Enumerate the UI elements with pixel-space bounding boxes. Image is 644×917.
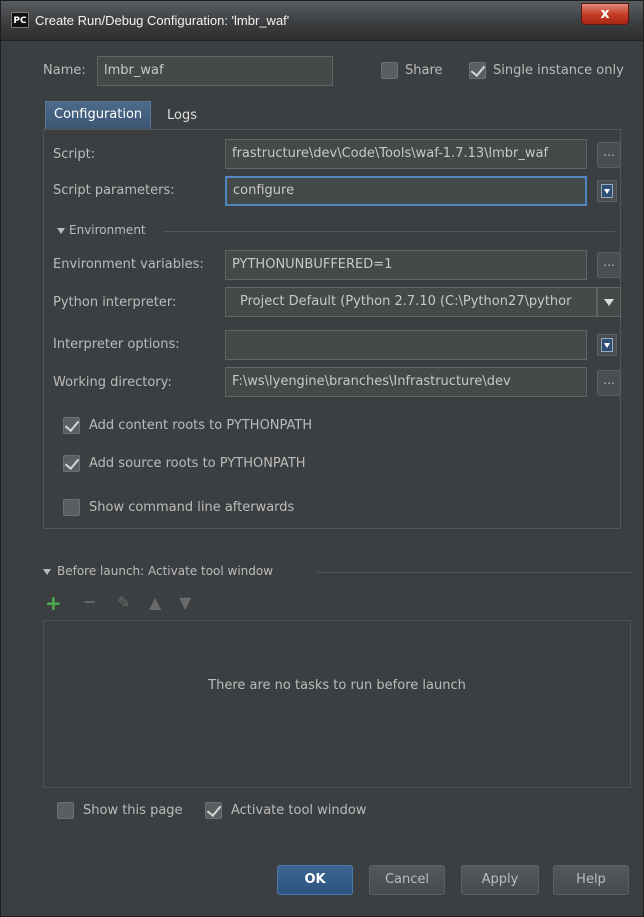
env-vars-label: Environment variables:: [53, 257, 204, 272]
show-this-page-checkbox[interactable]: [57, 802, 74, 819]
apply-button[interactable]: Apply: [461, 865, 539, 895]
expand-interp-options-button[interactable]: [597, 334, 617, 356]
script-params-label: Script parameters:: [53, 183, 175, 198]
show-this-page-label: Show this page: [83, 803, 183, 818]
script-params-input[interactable]: configure: [225, 176, 587, 206]
before-launch-title: Before launch: Activate tool window: [57, 564, 274, 578]
interpreter-select[interactable]: Project Default (Python 2.7.10 (C:\Pytho…: [225, 287, 597, 317]
expand-icon: [601, 184, 613, 198]
environment-section-title: Environment: [69, 223, 146, 237]
move-down-icon[interactable]: ▼: [179, 593, 191, 612]
collapse-triangle-icon[interactable]: [43, 569, 51, 575]
ok-button[interactable]: OK: [277, 865, 353, 895]
cancel-button[interactable]: Cancel: [369, 865, 445, 895]
pycharm-app-icon: PC: [11, 12, 29, 28]
add-content-roots-checkbox[interactable]: [63, 417, 80, 434]
tab-logs[interactable]: Logs: [159, 103, 205, 131]
chevron-down-icon: [604, 299, 614, 306]
share-checkbox[interactable]: [381, 62, 398, 79]
activate-tool-window-label: Activate tool window: [231, 803, 367, 818]
edit-env-vars-button[interactable]: ...: [597, 252, 621, 278]
interpreter-dropdown-button[interactable]: [597, 287, 621, 317]
show-cmdline-label: Show command line afterwards: [89, 500, 295, 515]
before-launch-separator: [317, 572, 631, 573]
show-cmdline-checkbox[interactable]: [63, 499, 80, 516]
add-icon[interactable]: +: [45, 591, 62, 615]
expand-icon: [601, 338, 613, 352]
help-button[interactable]: Help: [553, 865, 629, 895]
remove-icon[interactable]: −: [83, 592, 96, 611]
add-source-roots-checkbox[interactable]: [63, 455, 80, 472]
interp-options-input[interactable]: [225, 330, 587, 360]
add-source-roots-label: Add source roots to PYTHONPATH: [89, 456, 306, 471]
activate-tool-window-checkbox[interactable]: [205, 802, 222, 819]
interp-options-label: Interpreter options:: [53, 337, 180, 352]
title-bar[interactable]: PC Create Run/Debug Configuration: 'lmbr…: [1, 1, 643, 41]
collapse-triangle-icon[interactable]: [57, 228, 65, 234]
move-up-icon[interactable]: ▲: [149, 593, 161, 612]
edit-icon[interactable]: ✎: [117, 593, 130, 612]
single-instance-label: Single instance only: [493, 63, 624, 78]
env-vars-input[interactable]: PYTHONUNBUFFERED=1: [225, 250, 587, 280]
close-button[interactable]: x: [581, 3, 629, 25]
run-config-dialog: PC Create Run/Debug Configuration: 'lmbr…: [0, 0, 644, 917]
script-path-input[interactable]: frastructure\dev\Code\Tools\waf-1.7.13\l…: [225, 139, 587, 169]
single-instance-checkbox[interactable]: [469, 62, 486, 79]
script-label: Script:: [53, 147, 96, 162]
expand-params-button[interactable]: [597, 180, 617, 202]
workdir-label: Working directory:: [53, 375, 172, 390]
browse-script-button[interactable]: ...: [597, 142, 621, 168]
browse-workdir-button[interactable]: ...: [597, 370, 621, 396]
share-label: Share: [405, 63, 443, 78]
interpreter-label: Python interpreter:: [53, 295, 177, 310]
environment-separator: [163, 231, 615, 232]
add-content-roots-label: Add content roots to PYTHONPATH: [89, 418, 313, 433]
before-launch-task-list[interactable]: There are no tasks to run before launch: [43, 620, 631, 788]
tab-configuration[interactable]: Configuration: [45, 101, 152, 129]
window-title: Create Run/Debug Configuration: 'lmbr_wa…: [35, 13, 290, 28]
name-label: Name:: [43, 63, 86, 78]
workdir-input[interactable]: F:\ws\lyengine\branches\Infrastructure\d…: [225, 367, 587, 397]
empty-tasks-message: There are no tasks to run before launch: [208, 678, 466, 693]
name-input[interactable]: lmbr_waf: [97, 56, 333, 86]
